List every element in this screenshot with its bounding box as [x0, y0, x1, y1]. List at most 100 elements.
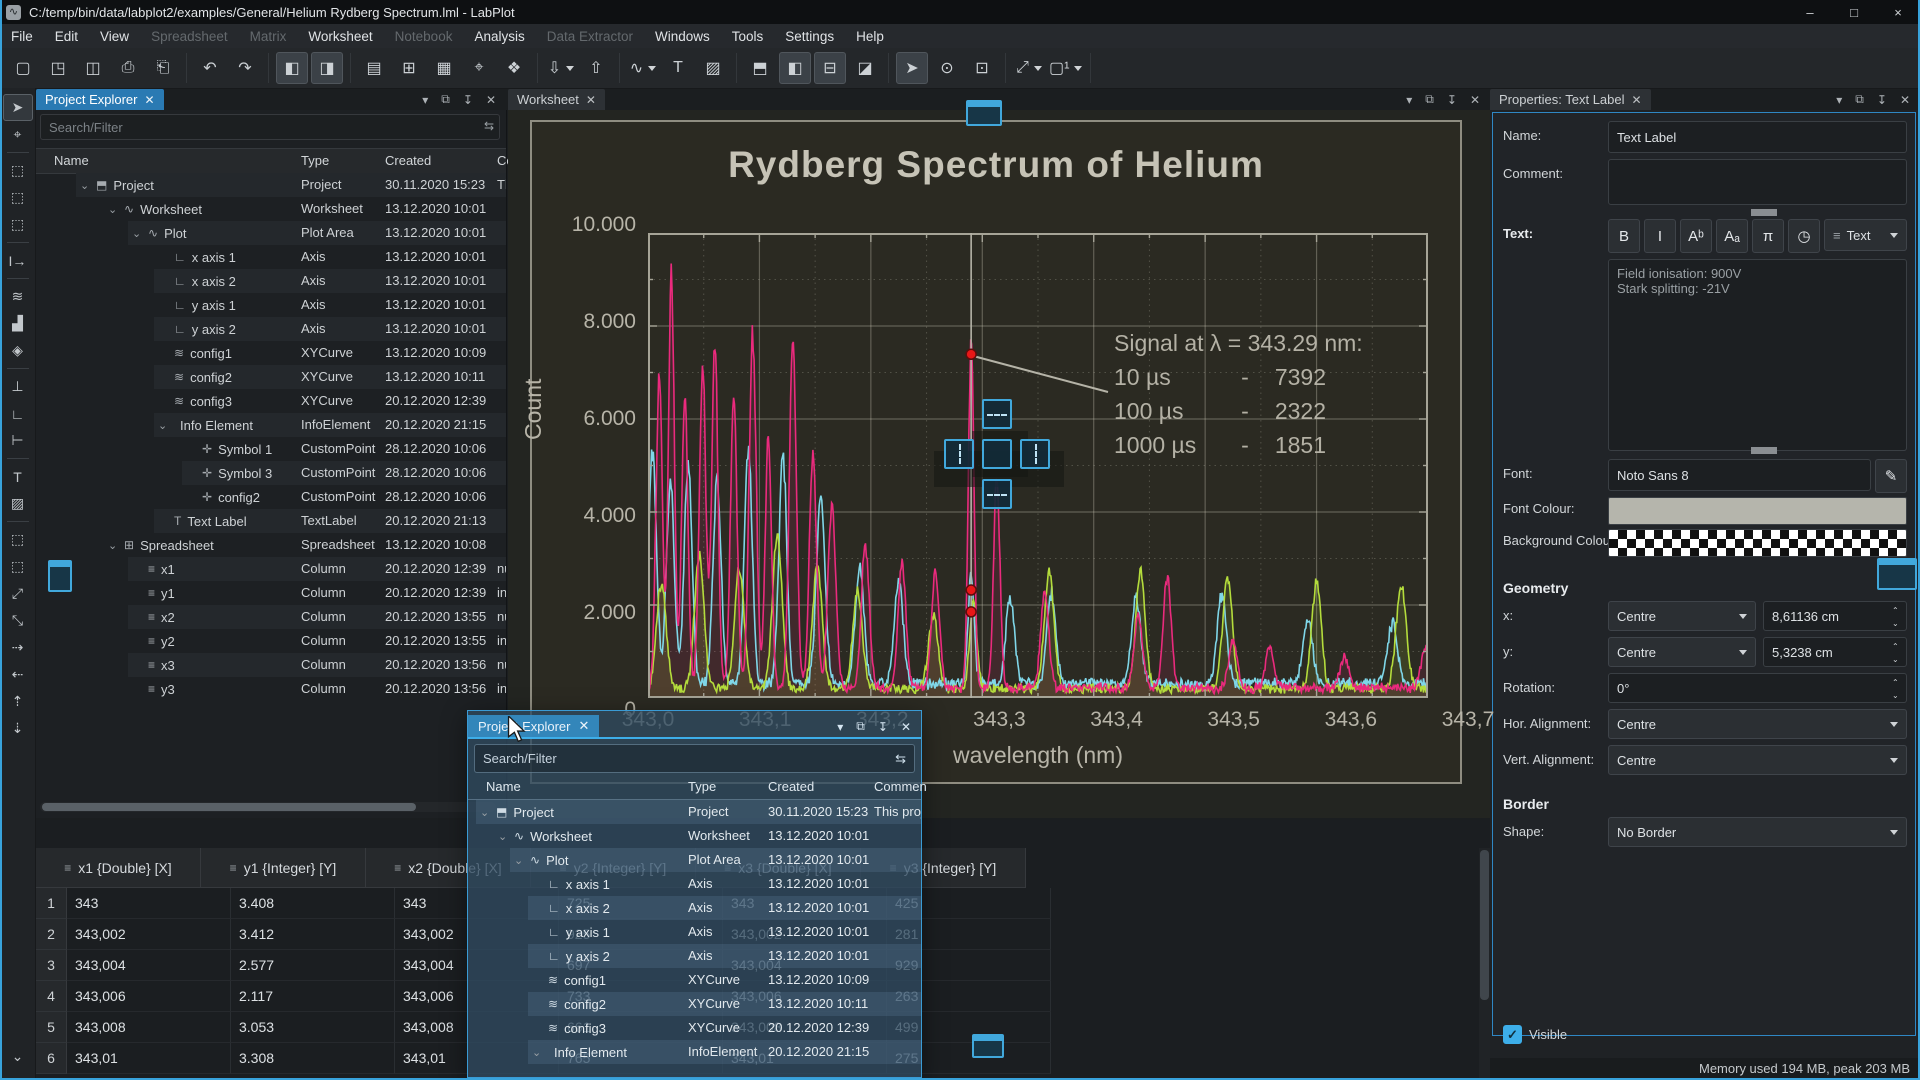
dock-drop-right-edge-icon[interactable]: [1877, 558, 1917, 590]
dock-drop-center-icon[interactable]: [982, 439, 1012, 469]
dock-pin-button[interactable]: ↧: [878, 720, 888, 734]
dock-drop-left-edge-icon[interactable]: [48, 560, 72, 592]
cell[interactable]: 3.308: [231, 1043, 395, 1074]
tree-row[interactable]: config1 XYCurve 13.12.2020 10:09: [36, 341, 506, 365]
tree-row[interactable]: Project Project 30.11.2020 15:23 This pr…: [36, 173, 506, 197]
expander-icon[interactable]: [532, 1046, 542, 1059]
tree-row[interactable]: Symbol 1 CustomPoint 28.12.2020 10:06: [36, 437, 506, 461]
text-content-field[interactable]: Field ionisation: 900V Stark splitting: …: [1608, 259, 1907, 451]
comment-field[interactable]: [1608, 159, 1907, 205]
insert-cursor-button[interactable]: I→: [3, 247, 33, 274]
save-project-button[interactable]: ◫: [77, 52, 109, 84]
tab-close-icon[interactable]: ✕: [144, 93, 154, 107]
dock-close-button[interactable]: ✕: [1900, 93, 1910, 107]
search-input[interactable]: [40, 114, 500, 140]
tree-row[interactable]: x axis 2 Axis 13.12.2020 10:01: [36, 269, 506, 293]
add-axis-vertical-button[interactable]: ⊥: [3, 373, 33, 400]
expand-button[interactable]: ⤢: [3, 580, 33, 607]
rotation-spinbox[interactable]: 0°: [1608, 673, 1907, 703]
info-element-label[interactable]: Signal at λ = 343.29 nm: 10 µs - 7392 10…: [1114, 330, 1363, 459]
horizontal-scrollbar[interactable]: [40, 802, 496, 812]
tab-project-explorer[interactable]: Project Explorer✕: [36, 89, 164, 110]
shift-right-button[interactable]: ⇢: [3, 634, 33, 661]
row-number[interactable]: 3: [36, 950, 67, 981]
undo-button[interactable]: ↶: [194, 52, 226, 84]
layout-break-button[interactable]: ◪: [849, 52, 881, 84]
cell[interactable]: 3.412: [231, 919, 395, 950]
resize-grip[interactable]: [1751, 447, 1777, 454]
cell[interactable]: 343,004: [67, 950, 231, 981]
tab-close-icon[interactable]: ✕: [1632, 93, 1642, 107]
hor-alignment-combo[interactable]: Centre: [1608, 709, 1907, 739]
column-header[interactable]: ≡y1 {Integer} [Y]: [201, 848, 366, 888]
italic-button[interactable]: I: [1644, 219, 1676, 253]
tree-row[interactable]: x2 Column 20.12.2020 13:55 numerical: [36, 605, 506, 629]
minimize-button[interactable]: –: [1788, 0, 1832, 24]
plot-title[interactable]: Rydberg Spectrum of Helium: [532, 144, 1460, 186]
text-mode-combo[interactable]: ≡Text: [1824, 219, 1907, 251]
tree-row[interactable]: x axis 1 Axis 13.12.2020 10:01: [468, 872, 921, 896]
tree-row[interactable]: config3 XYCurve 20.12.2020 12:39: [468, 1016, 921, 1040]
dock-close-button[interactable]: ✕: [901, 720, 911, 734]
tree-row[interactable]: y2 Column 20.12.2020 13:55 integer da: [36, 629, 506, 653]
menu-item[interactable]: Notebook: [384, 26, 464, 47]
cell[interactable]: 2.117: [231, 981, 395, 1012]
tree-row[interactable]: config2 CustomPoint 28.12.2020 10:06: [36, 485, 506, 509]
symbol-button[interactable]: π: [1752, 219, 1784, 253]
dock-pin-button[interactable]: ↧: [1447, 93, 1457, 107]
datetime-button[interactable]: ◷: [1788, 219, 1820, 253]
x-value-spinbox[interactable]: 8,61136 cm: [1763, 601, 1907, 631]
cell[interactable]: 343,006: [67, 981, 231, 1012]
tree-row[interactable]: Symbol 3 CustomPoint 28.12.2020 10:06: [36, 461, 506, 485]
shift-down-button[interactable]: ⇣: [3, 715, 33, 742]
zoom-select-mode-button[interactable]: ⊡: [966, 52, 998, 84]
resize-grip[interactable]: [1751, 209, 1777, 216]
dock-drop-bottom-edge-icon[interactable]: [972, 1034, 1004, 1058]
vert-alignment-combo[interactable]: Centre: [1608, 745, 1907, 775]
color-theme-button[interactable]: ❖: [498, 52, 530, 84]
tree-row[interactable]: y axis 1 Axis 13.12.2020 10:01: [36, 293, 506, 317]
dock-float-button[interactable]: ⧉: [1425, 92, 1434, 107]
menu-item[interactable]: Tools: [721, 26, 775, 47]
shift-left-button[interactable]: ⇠: [3, 661, 33, 688]
cell[interactable]: 343: [67, 888, 231, 919]
name-field[interactable]: Text Label: [1608, 121, 1907, 153]
more-tools-button[interactable]: ⌄: [3, 1043, 33, 1070]
tree-row[interactable]: Plot Plot Area 13.12.2020 10:01: [36, 221, 506, 245]
tree-row[interactable]: Text Label TextLabel 20.12.2020 21:13: [36, 509, 506, 533]
menu-item[interactable]: Help: [845, 26, 895, 47]
x-position-combo[interactable]: Centre: [1608, 601, 1756, 631]
visible-checkbox[interactable]: ✓: [1503, 1025, 1522, 1044]
dock-menu-button[interactable]: ▾: [837, 720, 843, 734]
tree-row[interactable]: y3 Column 20.12.2020 13:56 integer da: [36, 677, 506, 701]
add-text-label-button[interactable]: T: [662, 52, 694, 84]
dock-drop-top-icon[interactable]: [982, 399, 1012, 429]
dock-close-button[interactable]: ✕: [1470, 93, 1480, 107]
dock-drop-left-icon[interactable]: [944, 439, 974, 469]
tree-row[interactable]: Info Element InfoElement 20.12.2020 21:1…: [36, 413, 506, 437]
tab-close-icon[interactable]: ✕: [586, 93, 596, 107]
dock-pin-button[interactable]: ↧: [1877, 93, 1887, 107]
add-image-tool-button[interactable]: ▨: [3, 490, 33, 517]
new-matrix-button[interactable]: ▦: [428, 52, 460, 84]
expander-icon[interactable]: [498, 830, 508, 843]
row-number[interactable]: 4: [36, 981, 67, 1012]
cell[interactable]: 2.577: [231, 950, 395, 981]
cell[interactable]: 343,002: [67, 919, 231, 950]
tree-row[interactable]: x axis 1 Axis 13.12.2020 10:01: [36, 245, 506, 269]
print-button[interactable]: ⎙: [112, 52, 144, 84]
row-number[interactable]: 6: [36, 1043, 67, 1074]
tree-row[interactable]: Worksheet Worksheet 13.12.2020 10:01: [36, 197, 506, 221]
vertical-scrollbar[interactable]: [1479, 848, 1490, 1078]
layout-vertical-button[interactable]: ⬒: [744, 52, 776, 84]
subscript-button[interactable]: Aₐ: [1716, 219, 1748, 253]
background-colour-swatch[interactable]: [1608, 529, 1907, 557]
dock-float-button[interactable]: ⧉: [441, 92, 450, 107]
menu-item[interactable]: Data Extractor: [536, 26, 644, 47]
new-project-button[interactable]: ▢: [7, 52, 39, 84]
zoom-original-button[interactable]: ▢¹: [1048, 52, 1083, 84]
tree-row[interactable]: y axis 2 Axis 13.12.2020 10:01: [468, 944, 921, 968]
dock-float-button[interactable]: ⧉: [856, 719, 865, 734]
expander-icon[interactable]: [480, 806, 490, 819]
shift-up-button[interactable]: ⇡: [3, 688, 33, 715]
